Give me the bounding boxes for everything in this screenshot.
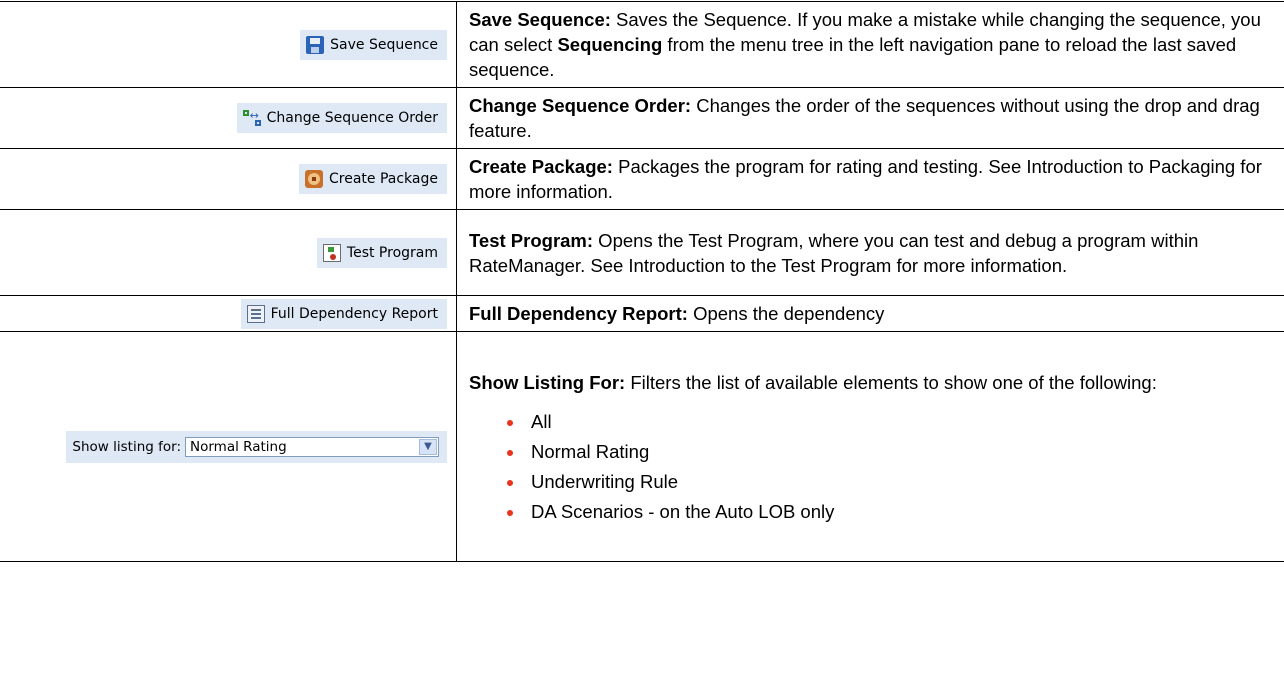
table-row: ↔ Change Sequence Order Change Sequence … <box>0 87 1284 149</box>
change-order-title: Change Sequence Order: <box>469 95 692 116</box>
description-cell: Show Listing For: Filters the list of av… <box>456 331 1284 562</box>
save-icon <box>306 35 325 54</box>
chevron-down-icon[interactable]: ▼ <box>419 438 437 455</box>
description-cell: Save Sequence: Saves the Sequence. If yo… <box>456 1 1284 88</box>
button-cell: Full Dependency Report <box>0 295 457 332</box>
test-program-icon <box>322 243 341 262</box>
list-item: Underwriting Rule <box>507 467 1274 497</box>
change-sequence-order-button[interactable]: ↔ Change Sequence Order <box>236 103 447 133</box>
save-sequence-title: Save Sequence: <box>469 9 611 30</box>
description-cell: Test Program: Opens the Test Program, wh… <box>456 209 1284 296</box>
show-listing-selected: Normal Rating <box>190 438 287 455</box>
list-item: All <box>507 407 1274 437</box>
change-order-icon: ↔ <box>242 109 261 127</box>
button-cell: Save Sequence <box>0 1 457 88</box>
full-dependency-report-text: Opens the dependency <box>687 303 885 324</box>
full-dependency-report-label: Full Dependency Report <box>270 305 438 322</box>
show-listing-text: Filters the list of available elements t… <box>625 372 1157 393</box>
table-row: Full Dependency Report Full Dependency R… <box>0 295 1284 332</box>
create-package-button[interactable]: Create Package <box>299 164 447 194</box>
create-package-title: Create Package: <box>469 156 613 177</box>
show-listing-select[interactable]: Normal Rating ▼ <box>185 436 439 457</box>
show-listing-label: Show listing for: <box>72 438 181 455</box>
test-program-title: Test Program: <box>469 229 594 251</box>
table-row: Show listing for: Normal Rating ▼ Show L… <box>0 331 1284 562</box>
listing-options-list: All Normal Rating Underwriting Rule DA S… <box>469 407 1274 527</box>
show-listing-control: Show listing for: Normal Rating ▼ <box>66 430 447 463</box>
list-item: Normal Rating <box>507 437 1274 467</box>
change-sequence-order-label: Change Sequence Order <box>266 110 438 126</box>
button-cell: Test Program <box>0 209 457 296</box>
list-item: DA Scenarios - on the Auto LOB only <box>507 497 1274 527</box>
full-dependency-report-title: Full Dependency Report: <box>469 303 688 324</box>
listing-cell: Show listing for: Normal Rating ▼ <box>0 331 457 562</box>
show-listing-title: Show Listing For: <box>469 372 626 393</box>
table-row: Test Program Test Program: Opens the Tes… <box>0 209 1284 296</box>
description-cell: Full Dependency Report: Opens the depend… <box>456 295 1284 332</box>
test-program-button[interactable]: Test Program <box>316 237 447 268</box>
table-row: Create Package Create Package: Packages … <box>0 148 1284 210</box>
save-sequence-label: Save Sequence <box>330 36 438 53</box>
table-row: Save Sequence Save Sequence: Saves the S… <box>0 1 1284 88</box>
package-icon <box>305 170 323 188</box>
full-dependency-report-button[interactable]: Full Dependency Report <box>240 298 447 329</box>
reference-table: Save Sequence Save Sequence: Saves the S… <box>0 1 1284 562</box>
report-icon <box>246 304 265 323</box>
button-cell: ↔ Change Sequence Order <box>0 87 457 149</box>
create-package-label: Create Package <box>329 171 438 187</box>
button-cell: Create Package <box>0 148 457 210</box>
save-sequence-button[interactable]: Save Sequence <box>300 29 447 60</box>
description-cell: Change Sequence Order: Changes the order… <box>456 87 1284 149</box>
test-program-label: Test Program <box>346 244 438 261</box>
description-cell: Create Package: Packages the program for… <box>456 148 1284 210</box>
sequencing-term: Sequencing <box>557 34 663 55</box>
